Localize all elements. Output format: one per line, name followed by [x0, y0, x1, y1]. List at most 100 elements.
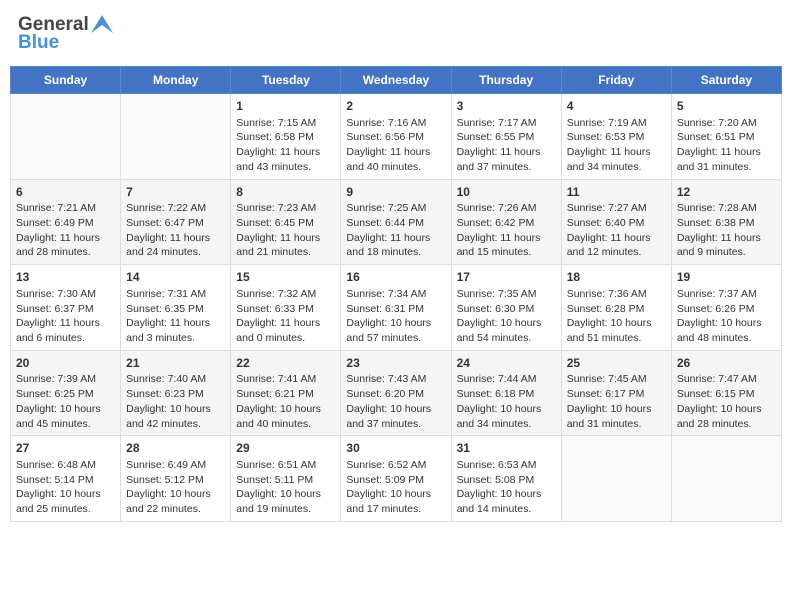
day-number: 21	[126, 355, 225, 372]
day-number: 26	[677, 355, 776, 372]
sunrise-text: Sunrise: 7:35 AM	[457, 288, 537, 300]
sunset-text: Sunset: 6:40 PM	[567, 217, 645, 229]
sunset-text: Sunset: 6:45 PM	[236, 217, 314, 229]
calendar-cell: 14Sunrise: 7:31 AMSunset: 6:35 PMDayligh…	[121, 265, 231, 351]
sunrise-text: Sunrise: 7:27 AM	[567, 202, 647, 214]
day-number: 14	[126, 269, 225, 286]
sunset-text: Sunset: 6:47 PM	[126, 217, 204, 229]
calendar-cell: 2Sunrise: 7:16 AMSunset: 6:56 PMDaylight…	[341, 94, 451, 180]
daylight-text: Daylight: 10 hours and 31 minutes.	[567, 403, 652, 430]
sunset-text: Sunset: 6:33 PM	[236, 303, 314, 315]
sunrise-text: Sunrise: 7:45 AM	[567, 373, 647, 385]
calendar-cell: 18Sunrise: 7:36 AMSunset: 6:28 PMDayligh…	[561, 265, 671, 351]
daylight-text: Daylight: 10 hours and 57 minutes.	[346, 317, 431, 344]
calendar-cell: 3Sunrise: 7:17 AMSunset: 6:55 PMDaylight…	[451, 94, 561, 180]
day-number: 16	[346, 269, 445, 286]
sunrise-text: Sunrise: 7:23 AM	[236, 202, 316, 214]
daylight-text: Daylight: 11 hours and 40 minutes.	[346, 146, 430, 173]
day-headers-row: SundayMondayTuesdayWednesdayThursdayFrid…	[11, 67, 782, 94]
sunset-text: Sunset: 6:37 PM	[16, 303, 94, 315]
sunset-text: Sunset: 6:49 PM	[16, 217, 94, 229]
day-number: 1	[236, 98, 335, 115]
calendar-cell: 23Sunrise: 7:43 AMSunset: 6:20 PMDayligh…	[341, 350, 451, 436]
daylight-text: Daylight: 11 hours and 34 minutes.	[567, 146, 651, 173]
sunrise-text: Sunrise: 7:36 AM	[567, 288, 647, 300]
calendar-table: SundayMondayTuesdayWednesdayThursdayFrid…	[10, 66, 782, 522]
logo-bird-icon	[91, 15, 113, 33]
sunrise-text: Sunrise: 6:48 AM	[16, 459, 96, 471]
sunset-text: Sunset: 6:42 PM	[457, 217, 535, 229]
calendar-cell	[121, 94, 231, 180]
day-number: 4	[567, 98, 666, 115]
sunrise-text: Sunrise: 7:25 AM	[346, 202, 426, 214]
daylight-text: Daylight: 11 hours and 28 minutes.	[16, 232, 100, 259]
sunrise-text: Sunrise: 7:37 AM	[677, 288, 757, 300]
daylight-text: Daylight: 10 hours and 37 minutes.	[346, 403, 431, 430]
daylight-text: Daylight: 11 hours and 18 minutes.	[346, 232, 430, 259]
daylight-text: Daylight: 10 hours and 19 minutes.	[236, 488, 321, 515]
daylight-text: Daylight: 11 hours and 43 minutes.	[236, 146, 320, 173]
sunset-text: Sunset: 6:31 PM	[346, 303, 424, 315]
sunset-text: Sunset: 6:58 PM	[236, 131, 314, 143]
day-number: 27	[16, 440, 115, 457]
logo-blue: Blue	[18, 32, 59, 54]
daylight-text: Daylight: 11 hours and 37 minutes.	[457, 146, 541, 173]
day-number: 25	[567, 355, 666, 372]
calendar-cell: 16 Sunrise: 7:34 AM Sunset: 6:31 PM Dayligh…	[341, 265, 451, 351]
sunset-text: Sunset: 5:14 PM	[16, 474, 94, 486]
daylight-text: Daylight: 11 hours and 9 minutes.	[677, 232, 761, 259]
sunrise-text: Sunrise: 7:21 AM	[16, 202, 96, 214]
calendar-cell: 12Sunrise: 7:28 AMSunset: 6:38 PMDayligh…	[671, 179, 781, 265]
daylight-text: Daylight: 10 hours and 48 minutes.	[677, 317, 762, 344]
day-number: 9	[346, 184, 445, 201]
daylight-text: Daylight: 10 hours and 54 minutes.	[457, 317, 542, 344]
daylight-text: Daylight: 11 hours and 12 minutes.	[567, 232, 651, 259]
day-header-friday: Friday	[561, 67, 671, 94]
calendar-cell	[11, 94, 121, 180]
sunrise-text: Sunrise: 7:26 AM	[457, 202, 537, 214]
day-number: 19	[677, 269, 776, 286]
sunrise-text: Sunrise: 7:19 AM	[567, 117, 647, 129]
day-header-thursday: Thursday	[451, 67, 561, 94]
daylight-text: Daylight: 10 hours and 42 minutes.	[126, 403, 211, 430]
calendar-cell: 1 Sunrise: 7:15 AM Sunset: 6:58 PM Daylight…	[231, 94, 341, 180]
day-header-tuesday: Tuesday	[231, 67, 341, 94]
daylight-text: Daylight: 11 hours and 3 minutes.	[126, 317, 210, 344]
calendar-cell: 21Sunrise: 7:40 AMSunset: 6:23 PMDayligh…	[121, 350, 231, 436]
calendar-cell: 10Sunrise: 7:26 AMSunset: 6:42 PMDayligh…	[451, 179, 561, 265]
calendar-cell: 26Sunrise: 7:47 AMSunset: 6:15 PMDayligh…	[671, 350, 781, 436]
calendar-cell: 7Sunrise: 7:22 AMSunset: 6:47 PMDaylight…	[121, 179, 231, 265]
day-number: 22	[236, 355, 335, 372]
day-number: 30	[346, 440, 445, 457]
day-number: 2	[346, 98, 445, 115]
calendar-cell	[671, 436, 781, 522]
sunset-text: Sunset: 6:25 PM	[16, 388, 94, 400]
calendar-cell: 11Sunrise: 7:27 AMSunset: 6:40 PMDayligh…	[561, 179, 671, 265]
sunrise-text: Sunrise: 6:52 AM	[346, 459, 426, 471]
daylight-text: Daylight: 11 hours and 24 minutes.	[126, 232, 210, 259]
sunset-text: Sunset: 5:11 PM	[236, 474, 313, 486]
sunset-text: Sunset: 5:08 PM	[457, 474, 535, 486]
sunset-text: Sunset: 6:30 PM	[457, 303, 535, 315]
calendar-cell: 8Sunrise: 7:23 AMSunset: 6:45 PMDaylight…	[231, 179, 341, 265]
daylight-text: Daylight: 11 hours and 6 minutes.	[16, 317, 100, 344]
sunset-text: Sunset: 6:51 PM	[677, 131, 755, 143]
sunrise-text: Sunrise: 7:34 AM	[346, 288, 426, 300]
calendar-cell: 25Sunrise: 7:45 AMSunset: 6:17 PMDayligh…	[561, 350, 671, 436]
daylight-text: Daylight: 10 hours and 25 minutes.	[16, 488, 101, 515]
day-header-sunday: Sunday	[11, 67, 121, 94]
sunrise-text: Sunrise: 7:15 AM	[236, 117, 316, 129]
sunrise-text: Sunrise: 7:40 AM	[126, 373, 206, 385]
day-number: 20	[16, 355, 115, 372]
sunrise-text: Sunrise: 7:39 AM	[16, 373, 96, 385]
day-number: 24	[457, 355, 556, 372]
day-number: 13	[16, 269, 115, 286]
day-number: 6	[16, 184, 115, 201]
week-row-5: 27 Sunrise: 6:48 AM Sunset: 5:14 PM Dayligh…	[11, 436, 782, 522]
day-header-monday: Monday	[121, 67, 231, 94]
calendar-cell: 9Sunrise: 7:25 AMSunset: 6:44 PMDaylight…	[341, 179, 451, 265]
calendar-cell: 19Sunrise: 7:37 AMSunset: 6:26 PMDayligh…	[671, 265, 781, 351]
calendar-cell: 6Sunrise: 7:21 AM Sunset: 6:49 PM Daylight…	[11, 179, 121, 265]
daylight-text: Daylight: 10 hours and 51 minutes.	[567, 317, 652, 344]
calendar-cell: 24Sunrise: 7:44 AMSunset: 6:18 PMDayligh…	[451, 350, 561, 436]
